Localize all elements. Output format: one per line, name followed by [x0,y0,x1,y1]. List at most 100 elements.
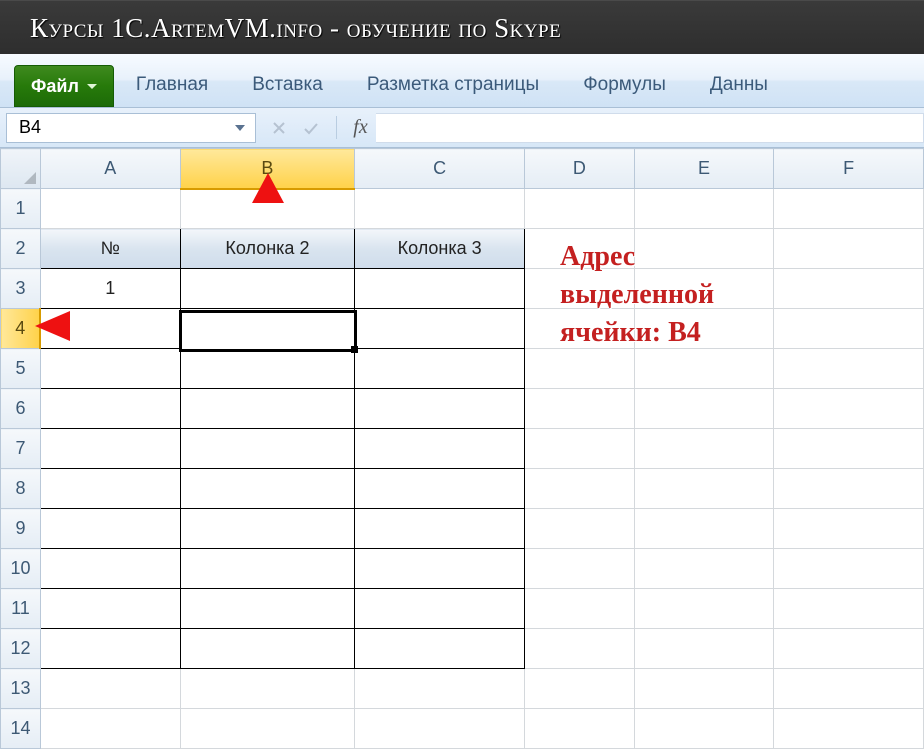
cell-E8[interactable] [634,469,774,509]
cell-B5[interactable] [180,349,355,389]
row-header-1[interactable]: 1 [1,189,41,229]
cell-C1[interactable] [355,189,525,229]
cell-C10[interactable] [355,549,525,589]
row-header-3[interactable]: 3 [1,269,41,309]
cell-C14[interactable] [355,709,525,749]
col-header-F[interactable]: F [774,149,924,189]
row-header-4[interactable]: 4 [1,309,41,349]
cell-C12[interactable] [355,629,525,669]
cell-F11[interactable] [774,589,924,629]
row-header-13[interactable]: 13 [1,669,41,709]
cell-E1[interactable] [634,189,774,229]
cell-A2[interactable]: № [40,229,180,269]
cell-B4[interactable] [180,309,355,349]
cell-E6[interactable] [634,389,774,429]
cell-C5[interactable] [355,349,525,389]
cell-E13[interactable] [634,669,774,709]
cell-E14[interactable] [634,709,774,749]
cell-F6[interactable] [774,389,924,429]
cell-A14[interactable] [40,709,180,749]
cell-B9[interactable] [180,509,355,549]
col-header-E[interactable]: E [634,149,774,189]
cell-A11[interactable] [40,589,180,629]
select-all-corner[interactable] [1,149,41,189]
cell-F8[interactable] [774,469,924,509]
cell-C9[interactable] [355,509,525,549]
col-header-D[interactable]: D [524,149,634,189]
row-header-14[interactable]: 14 [1,709,41,749]
cell-F2[interactable] [774,229,924,269]
cell-D13[interactable] [524,669,634,709]
cell-D6[interactable] [524,389,634,429]
cell-E12[interactable] [634,629,774,669]
cell-A4[interactable] [40,309,180,349]
cell-C7[interactable] [355,429,525,469]
cell-A5[interactable] [40,349,180,389]
cell-C8[interactable] [355,469,525,509]
cell-B6[interactable] [180,389,355,429]
cell-A3[interactable]: 1 [40,269,180,309]
cell-B13[interactable] [180,669,355,709]
cell-A7[interactable] [40,429,180,469]
cell-F4[interactable] [774,309,924,349]
fx-button[interactable]: fx [336,116,376,139]
col-header-B[interactable]: B [180,149,355,189]
cell-D7[interactable] [524,429,634,469]
cell-D11[interactable] [524,589,634,629]
cell-E10[interactable] [634,549,774,589]
col-header-A[interactable]: A [40,149,180,189]
cancel-icon[interactable] [264,114,294,142]
cell-C3[interactable] [355,269,525,309]
cell-A10[interactable] [40,549,180,589]
cell-A13[interactable] [40,669,180,709]
row-header-10[interactable]: 10 [1,549,41,589]
col-header-C[interactable]: C [355,149,525,189]
cell-C11[interactable] [355,589,525,629]
cell-F5[interactable] [774,349,924,389]
cell-F10[interactable] [774,549,924,589]
tab-page-layout[interactable]: Разметка страницы [345,63,561,107]
cell-C6[interactable] [355,389,525,429]
cell-D14[interactable] [524,709,634,749]
tab-formulas[interactable]: Формулы [561,63,688,107]
cell-C2[interactable]: Колонка 3 [355,229,525,269]
cell-E11[interactable] [634,589,774,629]
name-box-dropdown-icon[interactable] [231,117,249,139]
tab-home[interactable]: Главная [114,63,230,107]
cell-B3[interactable] [180,269,355,309]
row-header-12[interactable]: 12 [1,629,41,669]
cell-F9[interactable] [774,509,924,549]
cell-B7[interactable] [180,429,355,469]
cell-D10[interactable] [524,549,634,589]
enter-icon[interactable] [296,114,326,142]
cell-B10[interactable] [180,549,355,589]
cell-B1[interactable] [180,189,355,229]
cell-B8[interactable] [180,469,355,509]
cell-E9[interactable] [634,509,774,549]
formula-input[interactable] [376,113,924,143]
cell-C13[interactable] [355,669,525,709]
cell-D8[interactable] [524,469,634,509]
cell-F1[interactable] [774,189,924,229]
cell-F13[interactable] [774,669,924,709]
cell-A1[interactable] [40,189,180,229]
tab-data[interactable]: Данны [688,63,790,107]
cell-F3[interactable] [774,269,924,309]
cell-A8[interactable] [40,469,180,509]
cell-F14[interactable] [774,709,924,749]
cell-E7[interactable] [634,429,774,469]
row-header-8[interactable]: 8 [1,469,41,509]
row-header-9[interactable]: 9 [1,509,41,549]
row-header-11[interactable]: 11 [1,589,41,629]
cell-E5[interactable] [634,349,774,389]
tab-file[interactable]: Файл [14,65,114,107]
cell-B2[interactable]: Колонка 2 [180,229,355,269]
row-header-2[interactable]: 2 [1,229,41,269]
cell-C4[interactable] [355,309,525,349]
cell-F12[interactable] [774,629,924,669]
cell-F7[interactable] [774,429,924,469]
cell-B14[interactable] [180,709,355,749]
row-header-6[interactable]: 6 [1,389,41,429]
cell-D5[interactable] [524,349,634,389]
cell-B11[interactable] [180,589,355,629]
